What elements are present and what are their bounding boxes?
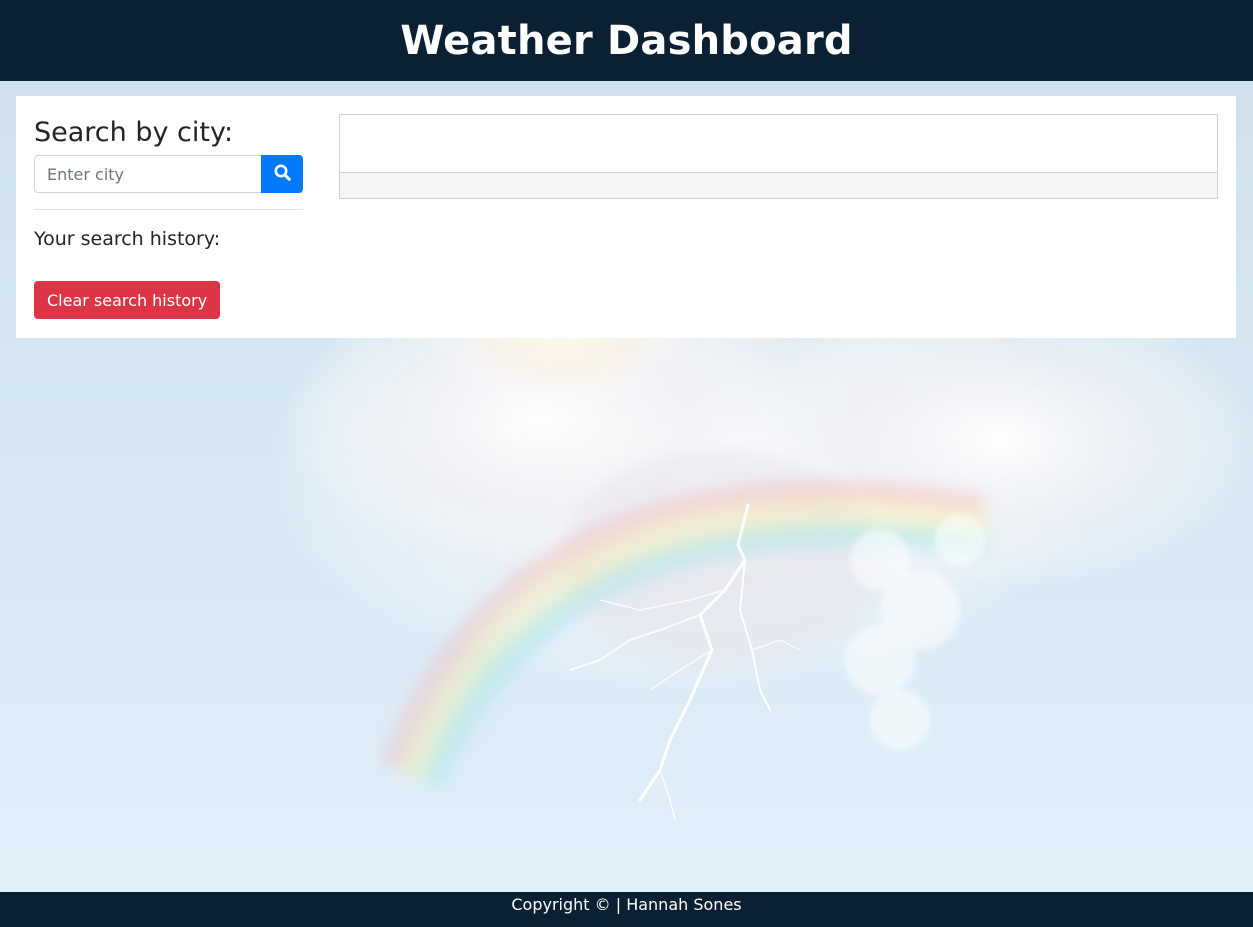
- copyright-text: Copyright © | Hannah Sones: [511, 895, 742, 914]
- divider: [34, 209, 303, 210]
- current-weather-card: [339, 114, 1218, 199]
- page-footer: Copyright © | Hannah Sones: [0, 892, 1253, 927]
- search-button[interactable]: [261, 155, 303, 193]
- page-title: Weather Dashboard: [400, 17, 853, 64]
- search-input-group: [34, 155, 303, 193]
- search-title: Search by city:: [34, 117, 234, 148]
- search-icon: [274, 164, 291, 184]
- city-search-input[interactable]: [34, 155, 261, 193]
- weather-card-body: [340, 115, 1217, 173]
- app-header: Weather Dashboard: [0, 0, 1253, 81]
- search-sidebar: Search by city: Your search history: Cle…: [34, 114, 303, 319]
- clear-history-button[interactable]: Clear search history: [34, 281, 221, 319]
- search-history-title: Your search history:: [34, 228, 221, 250]
- weather-card-footer: [340, 173, 1217, 198]
- main-panel: Search by city: Your search history: Cle…: [16, 96, 1236, 338]
